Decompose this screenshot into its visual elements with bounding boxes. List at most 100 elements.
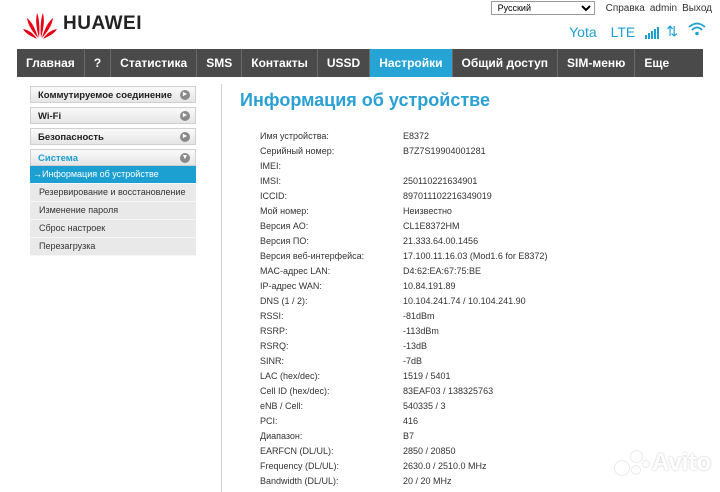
watermark-text: Avito: [652, 449, 712, 476]
table-row: Серийный номер: B7Z7S19904001281: [260, 144, 547, 159]
info-label: IP-адрес WAN:: [260, 281, 322, 291]
info-label: Мой номер:: [260, 206, 309, 216]
table-row: SINR: -7dB: [260, 354, 547, 369]
user-link[interactable]: admin: [650, 3, 677, 14]
nav-sim-menu[interactable]: SIM-меню: [558, 49, 636, 77]
submenu-reboot[interactable]: Перезагрузка: [30, 238, 196, 256]
table-row: ICCID: 897011102216349019: [260, 189, 547, 204]
submenu-change-password[interactable]: Изменение пароля: [30, 202, 196, 220]
info-value: 2850 / 20850: [403, 446, 456, 456]
content-divider: [221, 84, 222, 492]
sidebar-item-label: Безопасность: [38, 132, 104, 143]
network-type: LTE: [610, 23, 636, 40]
nav-contacts[interactable]: Контакты: [242, 49, 318, 77]
table-row: Cell ID (hex/dec): 83EAF03 / 138325763: [260, 384, 547, 399]
info-label: LAC (hex/dec):: [260, 371, 321, 381]
info-label: SINR:: [260, 356, 285, 366]
sidebar-item-wifi[interactable]: Wi-Fi ►: [30, 107, 196, 124]
nav-home[interactable]: Главная: [17, 49, 85, 77]
table-row: Диапазон: B7: [260, 429, 547, 444]
info-value: 897011102216349019: [403, 191, 492, 201]
avito-logo-icon: [612, 448, 650, 478]
up-down-arrows-icon: ⇅: [666, 23, 678, 39]
info-label: Версия веб-интерфейса:: [260, 251, 365, 261]
info-value: 416: [403, 416, 419, 426]
info-label: Bandwidth (DL/UL):: [260, 476, 339, 486]
nav-more[interactable]: Еще: [635, 49, 678, 77]
sidebar-item-system[interactable]: Система ▼: [30, 149, 196, 166]
logout-link[interactable]: Выход: [682, 3, 712, 14]
info-value: -81dBm: [403, 311, 435, 321]
wifi-icon: [688, 22, 706, 41]
chevron-right-icon: ►: [180, 111, 190, 121]
info-label: RSRQ:: [260, 341, 289, 351]
table-row: RSSI: -81dBm: [260, 309, 547, 324]
info-value: -13dB: [403, 341, 428, 351]
language-select[interactable]: Русский: [490, 1, 595, 15]
table-row: Мой номер: Неизвестно: [260, 204, 547, 219]
help-link[interactable]: Справка: [606, 3, 645, 14]
nav-sms[interactable]: SMS: [197, 49, 243, 77]
info-label: EARFCN (DL/UL):: [260, 446, 334, 456]
info-label: Имя устройства:: [260, 131, 329, 141]
info-label: Frequency (DL/UL):: [260, 461, 340, 471]
chevron-right-icon: ►: [180, 90, 190, 100]
signal-bars-icon: [645, 25, 660, 39]
info-value: 10.104.241.74 / 10.104.241.90: [403, 296, 526, 306]
top-controls: Русский Справка admin Выход: [490, 1, 712, 15]
status-bar: Yota LTE ⇅: [569, 22, 706, 41]
table-row: eNB / Cell: 540335 / 3: [260, 399, 547, 414]
brand-name: HUAWEI: [63, 13, 142, 34]
table-row: IMSI: 250110221634901: [260, 174, 547, 189]
submenu-factory-reset[interactable]: Сброс настроек: [30, 220, 196, 238]
settings-sidebar: Коммутируемое соединение ► Wi-Fi ► Безоп…: [30, 86, 196, 256]
table-row: Версия АО: CL1E8372HM: [260, 219, 547, 234]
info-label: DNS (1 / 2):: [260, 296, 308, 306]
info-value: 83EAF03 / 138325763: [403, 386, 494, 396]
avito-watermark: Avito: [612, 448, 711, 478]
table-row: Версия веб-интерфейса: 17.100.11.16.03 (M…: [260, 249, 547, 264]
info-label: IMEI:: [260, 161, 282, 171]
page-title: Информация об устройстве: [240, 90, 491, 110]
chevron-right-icon: ►: [180, 132, 190, 142]
nav-statistics[interactable]: Статистика: [111, 49, 198, 77]
chevron-down-icon: ▼: [180, 153, 190, 163]
sidebar-item-security[interactable]: Безопасность ►: [30, 128, 196, 145]
nav-settings[interactable]: Настройки: [370, 49, 453, 77]
table-row: MAC-адрес LAN: D4:62:EA:67:75:BE: [260, 264, 547, 279]
submenu-device-info[interactable]: →Информация об устройстве: [30, 166, 196, 184]
info-label: eNB / Cell:: [260, 401, 304, 411]
table-row: EARFCN (DL/UL): 2850 / 20850: [260, 444, 547, 459]
device-info-table: Имя устройства: E8372 Серийный номер: B7Z7S…: [260, 129, 547, 489]
info-label: Cell ID (hex/dec):: [260, 386, 330, 396]
table-row: Frequency (DL/UL): 2630.0 / 2510.0 MHz: [260, 459, 547, 474]
info-label: Диапазон:: [260, 431, 303, 441]
table-row: Версия ПО: 21.333.64.00.1456: [260, 234, 547, 249]
info-value: 10.84.191.89: [403, 281, 456, 291]
system-submenu: →Информация об устройстве Резервирование…: [30, 166, 196, 256]
info-label: IMSI:: [260, 176, 282, 186]
info-value: 17.100.11.16.03 (Mod1.6 for E8372): [403, 251, 548, 261]
info-value: CL1E8372HM: [403, 221, 460, 231]
info-label: Версия АО:: [260, 221, 309, 231]
table-row: RSRP: -113dBm: [260, 324, 547, 339]
info-value: D4:62:EA:67:75:BE: [403, 266, 482, 276]
info-value: 250110221634901: [403, 176, 478, 186]
nav-sharing[interactable]: Общий доступ: [453, 49, 559, 77]
sidebar-item-label: Система: [38, 153, 78, 164]
table-row: DNS (1 / 2): 10.104.241.74 / 10.104.241.9…: [260, 294, 547, 309]
sidebar-item-label: Wi-Fi: [38, 111, 62, 122]
table-row: Имя устройства: E8372: [260, 129, 547, 144]
nav-help[interactable]: ?: [85, 49, 112, 77]
sidebar-item-dialup[interactable]: Коммутируемое соединение ►: [30, 86, 196, 103]
huawei-flower-icon: [23, 13, 57, 39]
info-value: 540335 / 3: [403, 401, 446, 411]
table-row: IMEI:: [260, 159, 547, 174]
main-nav: Главная ? Статистика SMS Контакты USSD Н…: [17, 49, 703, 77]
info-label: ICCID:: [260, 191, 287, 201]
info-value: 2630.0 / 2510.0 MHz: [403, 461, 487, 471]
submenu-backup-restore[interactable]: Резервирование и восстановление: [30, 184, 196, 202]
info-value: B7: [403, 431, 415, 441]
info-label: Серийный номер:: [260, 146, 335, 156]
nav-ussd[interactable]: USSD: [318, 49, 371, 77]
